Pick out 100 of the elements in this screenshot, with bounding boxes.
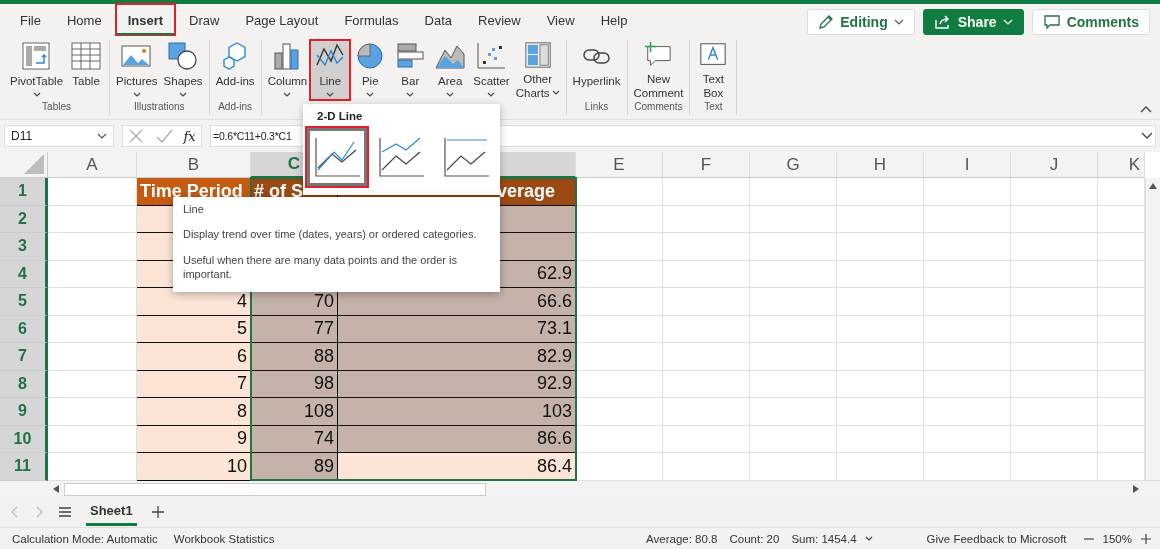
ribbon-tab[interactable]: Help xyxy=(588,4,640,36)
row-header[interactable]: 9 xyxy=(0,398,48,426)
table-cell: 10 xyxy=(137,453,251,481)
ribbon-button[interactable]: Shapes xyxy=(160,40,206,100)
tooltip-title: Line xyxy=(183,203,205,215)
row-header[interactable]: 7 xyxy=(0,343,48,371)
caret-icon xyxy=(179,92,188,98)
ribbon-button[interactable]: Pie xyxy=(350,40,391,100)
ribbon-button[interactable]: Other Charts xyxy=(512,40,563,100)
row-header[interactable]: 5 xyxy=(0,288,48,316)
caret-icon[interactable] xyxy=(864,535,873,542)
table-cell: 86.4 xyxy=(338,453,576,481)
ribbon-button[interactable]: Area xyxy=(430,40,471,100)
feedback-link[interactable]: Give Feedback to Microsoft xyxy=(926,532,1067,545)
table-cell: 6 xyxy=(137,343,251,371)
ribbon-button[interactable]: PivotTable xyxy=(7,40,67,100)
comments-button[interactable]: Comments xyxy=(1031,9,1150,35)
ribbon-tab[interactable]: Formulas xyxy=(332,4,411,36)
table-cell: 103 xyxy=(338,398,576,426)
ribbon-button[interactable]: Column xyxy=(264,40,311,100)
ribbon-tab[interactable]: Review xyxy=(466,4,533,36)
name-box[interactable]: D11 xyxy=(4,125,114,147)
ribbon-button[interactable]: Hyperlink xyxy=(569,40,624,100)
scroll-thumb[interactable] xyxy=(64,482,486,496)
column-header[interactable]: F xyxy=(663,152,750,178)
row-header[interactable]: 6 xyxy=(0,315,48,343)
table-cell: 92.9 xyxy=(338,370,576,398)
column-header[interactable]: K xyxy=(1098,152,1145,178)
chart-option[interactable] xyxy=(307,128,368,186)
collapse-icon[interactable] xyxy=(1140,105,1152,113)
column-header[interactable]: I xyxy=(924,152,1011,178)
status-stat: Count: 20 xyxy=(729,532,780,545)
row-header[interactable]: 3 xyxy=(0,233,48,261)
insert-function-button[interactable]: fx xyxy=(183,128,196,144)
group-label: Comments xyxy=(634,101,683,114)
table-cell: 73.1 xyxy=(338,315,576,343)
ribbon-button[interactable]: Text Box xyxy=(693,40,734,100)
group-label: Add-ins xyxy=(218,101,253,114)
editing-button[interactable]: Editing xyxy=(807,9,915,35)
share-icon xyxy=(933,14,952,30)
row-header[interactable]: 2 xyxy=(0,205,48,233)
caret-icon xyxy=(1002,19,1013,25)
column-header[interactable]: J xyxy=(1011,152,1098,178)
row-header[interactable]: 8 xyxy=(0,370,48,398)
zoom-in-icon[interactable] xyxy=(1140,532,1152,545)
table-cell: 7 xyxy=(137,370,251,398)
ribbon-button[interactable]: Line xyxy=(310,40,351,100)
row-header[interactable]: 1 xyxy=(0,178,48,206)
ribbon-button[interactable]: Add-ins xyxy=(212,40,258,100)
cancel-icon[interactable] xyxy=(128,128,145,144)
caret-icon xyxy=(487,92,496,98)
caret-icon xyxy=(283,92,292,98)
expand-icon xyxy=(1141,132,1153,140)
add-sheet-icon[interactable] xyxy=(150,505,165,519)
tooltip-text: Display trend over time (dates, years) or ordered categories. xyxy=(183,227,478,241)
share-button[interactable]: Share xyxy=(922,9,1024,35)
ribbon-button[interactable]: Table xyxy=(66,40,107,100)
ribbon-button[interactable]: Scatter xyxy=(470,40,513,100)
column-header[interactable]: E xyxy=(576,152,663,178)
ribbon-button[interactable]: Bar xyxy=(390,40,431,100)
row-header[interactable]: 4 xyxy=(0,260,48,288)
vertical-scrollbar[interactable] xyxy=(1145,178,1160,480)
caret-icon xyxy=(32,92,41,98)
ribbon-button[interactable]: New Comment xyxy=(630,40,687,100)
column-header[interactable]: G xyxy=(750,152,837,178)
group-label: Illustrations xyxy=(134,101,185,114)
scroll-left-icon[interactable] xyxy=(52,484,60,494)
check-icon[interactable] xyxy=(154,128,173,144)
ribbon-tab[interactable]: Draw xyxy=(177,4,232,36)
ribbon-tab[interactable]: Home xyxy=(54,4,114,36)
ribbon-button[interactable]: Pictures xyxy=(113,40,161,100)
ribbon-tab[interactable]: Page Layout xyxy=(233,4,331,36)
table-cell: 74 xyxy=(251,425,338,453)
table-cell: 86.6 xyxy=(338,425,576,453)
table-cell: 8 xyxy=(137,398,251,426)
table-cell: 66.6 xyxy=(338,288,576,316)
menu-icon[interactable] xyxy=(58,506,72,518)
table-cell: 108 xyxy=(251,398,338,426)
scroll-right-icon[interactable] xyxy=(1132,484,1140,494)
table-icon xyxy=(69,41,104,71)
ribbon-tab[interactable]: View xyxy=(534,4,587,36)
ribbon-tab[interactable]: File xyxy=(8,4,53,36)
caret-icon xyxy=(406,92,415,98)
caret-icon xyxy=(551,90,560,96)
scroll-up-icon[interactable] xyxy=(1148,182,1158,190)
row-header[interactable]: 10 xyxy=(0,425,48,453)
group-label: Text xyxy=(704,101,723,114)
column-header[interactable]: A xyxy=(48,152,137,178)
ribbon-tab[interactable]: Data xyxy=(412,4,465,36)
column-header[interactable]: B xyxy=(137,152,251,178)
caret-icon xyxy=(326,92,335,98)
triangle-icon xyxy=(24,154,44,174)
status-stat: Sum: 1454.4 xyxy=(791,532,857,545)
row-header[interactable]: 11 xyxy=(0,453,48,481)
column-header[interactable]: H xyxy=(837,152,924,178)
table-cell: 89 xyxy=(251,453,338,481)
comment-icon xyxy=(1042,14,1061,30)
status-stat: Average: 80.8 xyxy=(646,532,718,545)
caret-icon xyxy=(446,92,455,98)
zoom-level[interactable]: 150% xyxy=(1102,532,1132,545)
